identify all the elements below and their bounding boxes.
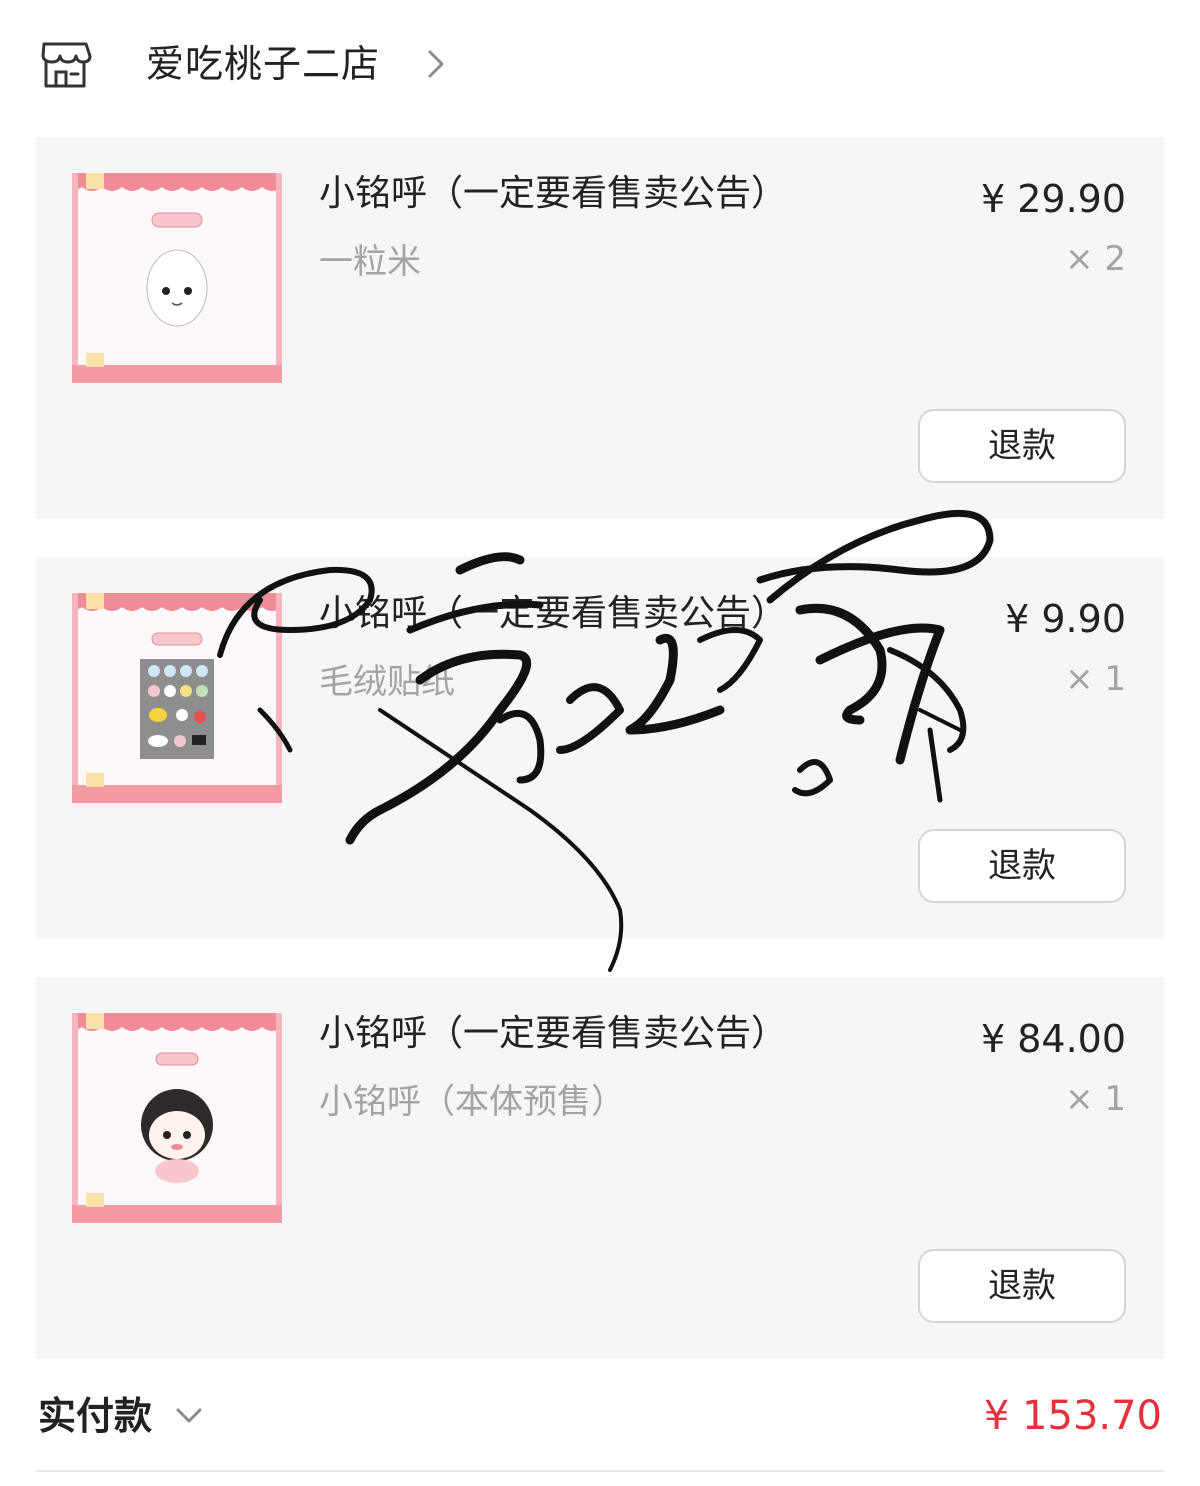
- product-title[interactable]: 小铭呼（一定要看售卖公告）: [319, 1009, 787, 1059]
- product-spec: 一粒米: [319, 242, 421, 282]
- amount-paid-value: ¥ 153.70: [983, 1393, 1162, 1439]
- product-title[interactable]: 小铭呼（一定要看售卖公告）: [319, 589, 787, 639]
- divider: [36, 1470, 1164, 1472]
- chevron-down-icon[interactable]: [172, 1404, 206, 1428]
- refund-button[interactable]: 退款: [918, 829, 1126, 903]
- product-thumbnail[interactable]: [72, 1013, 282, 1223]
- shop-header[interactable]: 爱吃桃子二店: [0, 0, 1200, 130]
- product-quantity: × 1: [1065, 659, 1126, 699]
- amount-paid-label[interactable]: 实付款: [38, 1390, 152, 1442]
- product-price: ¥ 9.90: [1005, 597, 1126, 641]
- store-icon: [41, 42, 92, 88]
- product-quantity: × 1: [1065, 1079, 1126, 1119]
- product-price: ¥ 29.90: [980, 177, 1126, 221]
- refund-button[interactable]: 退款: [918, 1249, 1126, 1323]
- doll-body-image: [72, 1013, 282, 1223]
- product-title[interactable]: 小铭呼（一定要看售卖公告）: [319, 169, 787, 219]
- refund-button[interactable]: 退款: [918, 409, 1126, 483]
- product-thumbnail[interactable]: [72, 173, 282, 383]
- order-item-card[interactable]: 小铭呼（一定要看售卖公告） 毛绒贴纸 ¥ 9.90 × 1 退款: [36, 557, 1164, 939]
- product-thumbnail[interactable]: [72, 593, 282, 803]
- plush-stickers-image: [72, 593, 282, 803]
- payment-summary[interactable]: 实付款 ¥ 153.70: [0, 1376, 1200, 1456]
- order-item-card[interactable]: 小铭呼（一定要看售卖公告） 小铭呼（本体预售） ¥ 84.00 × 1 退款: [36, 977, 1164, 1359]
- product-spec: 小铭呼（本体预售）: [319, 1082, 625, 1122]
- chevron-right-icon[interactable]: [424, 44, 448, 84]
- product-quantity: × 2: [1065, 239, 1126, 279]
- order-item-card[interactable]: 小铭呼（一定要看售卖公告） 一粒米 ¥ 29.90 × 2 退款: [36, 137, 1164, 519]
- rice-grain-plush-image: [72, 173, 282, 383]
- shop-name[interactable]: 爱吃桃子二店: [146, 38, 380, 90]
- product-spec: 毛绒贴纸: [319, 662, 455, 702]
- product-price: ¥ 84.00: [980, 1017, 1126, 1061]
